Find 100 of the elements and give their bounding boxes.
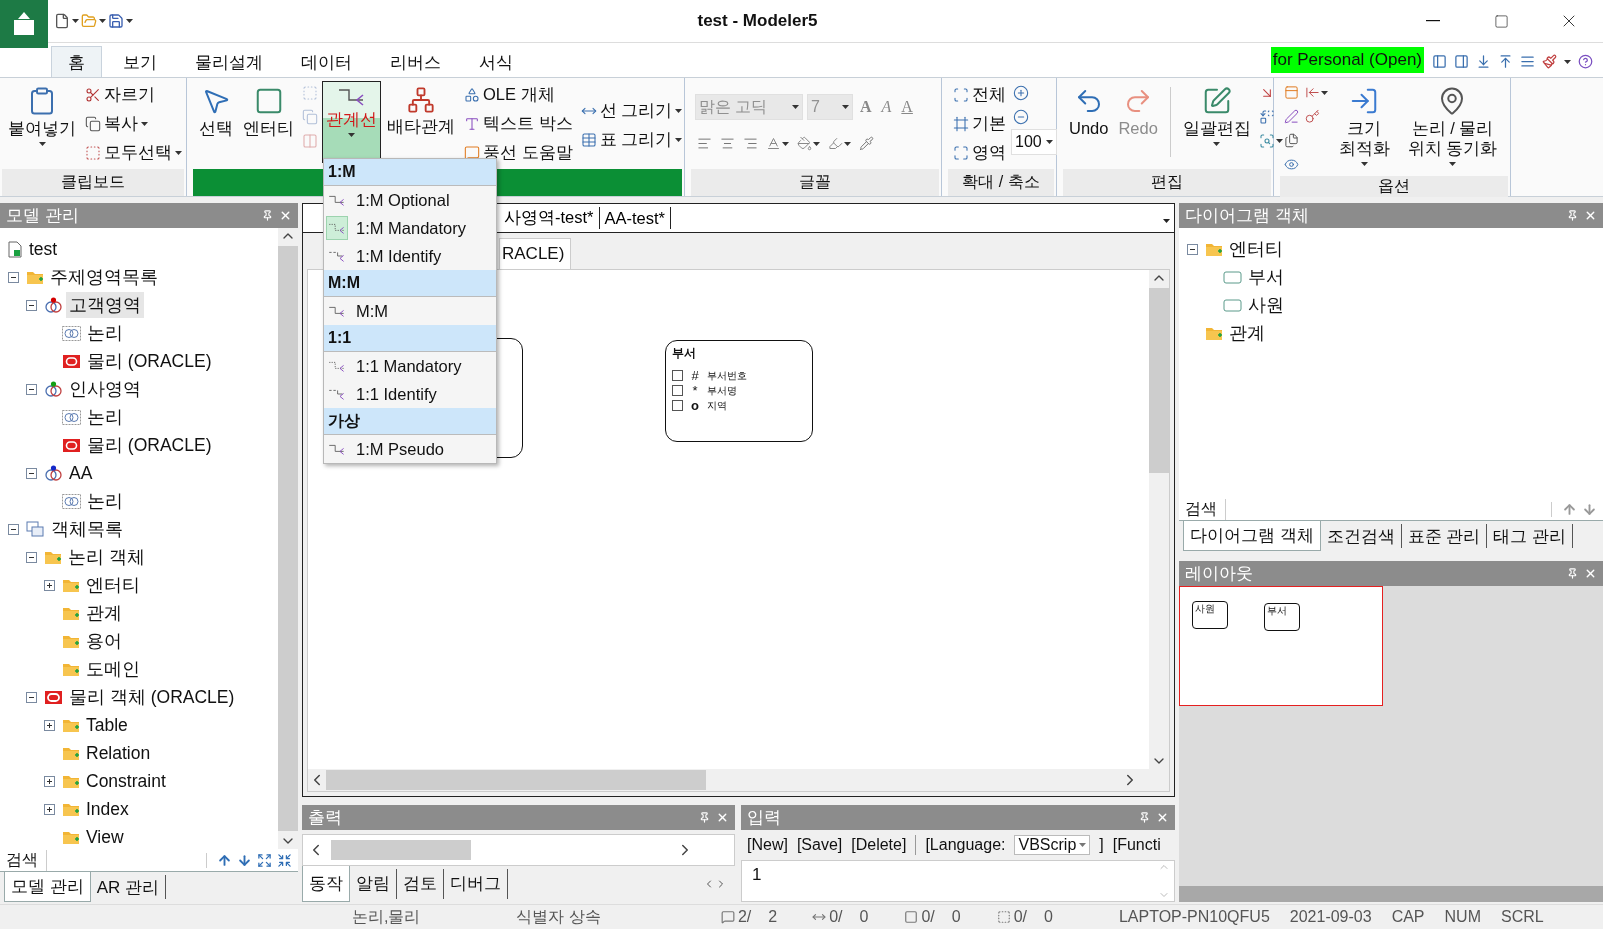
scrollbar[interactable] [278, 228, 298, 849]
collapse-toggle[interactable] [26, 551, 37, 563]
menu-item[interactable]: 1:1 Identify [324, 380, 496, 408]
tree-item[interactable]: 도메인 [83, 656, 143, 682]
ribbon-button[interactable]: 기본 [950, 110, 1009, 138]
save-icon[interactable] [108, 13, 124, 29]
menu-tab[interactable]: 보기 [106, 46, 174, 77]
panel-tab[interactable]: 알림 [350, 868, 397, 899]
scrollbar[interactable] [302, 833, 735, 866]
tree-item[interactable]: 용어 [83, 628, 125, 654]
tree-item[interactable]: Table [83, 713, 131, 737]
scrollbar[interactable] [1149, 270, 1169, 769]
document-tab[interactable]: 사영역-test* [499, 207, 600, 229]
attribute-checkbox[interactable] [672, 385, 683, 396]
menu-item[interactable]: 1:M Pseudo [324, 435, 496, 463]
ribbon-button[interactable]: 붙여넣기 [4, 81, 80, 163]
panel-tab[interactable]: 디버그 [444, 868, 508, 899]
pin-icon[interactable] [1139, 811, 1150, 823]
tree-item[interactable]: 논리 [84, 488, 126, 514]
menu-item[interactable]: 1:1 Mandatory [324, 352, 496, 380]
collapse-toggle[interactable] [1187, 243, 1198, 255]
expand-toggle[interactable] [44, 775, 55, 787]
panel-tab[interactable]: 태그 관리 [1487, 524, 1574, 548]
collapse-toggle[interactable] [26, 467, 37, 479]
down-arrow-icon[interactable] [1582, 501, 1597, 517]
layout-tool-icon[interactable] [1476, 54, 1491, 69]
size-field[interactable]: 100 [1011, 129, 1057, 155]
close-icon[interactable] [279, 209, 292, 222]
panel-tab[interactable]: 동작 [302, 865, 350, 902]
attribute-checkbox[interactable] [672, 400, 683, 411]
tree-item[interactable]: 엔터티 [83, 572, 143, 598]
layout-tool-icon[interactable] [1432, 54, 1447, 69]
ribbon-button[interactable]: 자르기 [82, 81, 185, 109]
ribbon-button[interactable]: 전체 [950, 81, 1009, 109]
collapse-toggle[interactable] [8, 271, 19, 283]
tree-item[interactable]: 관계 [1226, 320, 1268, 346]
down-arrow-icon[interactable] [237, 852, 252, 868]
tree-item[interactable]: 엔터티 [1226, 236, 1286, 262]
tree-item[interactable]: 물리 (ORACLE) [84, 348, 215, 374]
tree-item[interactable]: 사원 [1245, 292, 1287, 318]
tree-item[interactable]: 고객영역 [66, 292, 144, 318]
menu-tab[interactable]: 서식 [462, 46, 530, 77]
menu-item[interactable]: 1:M Mandatory [324, 214, 496, 242]
expand-toggle[interactable] [44, 719, 55, 731]
pin-icon[interactable] [1567, 210, 1578, 221]
layout-tool-icon[interactable] [1454, 54, 1469, 69]
collapse-all-icon[interactable] [277, 852, 292, 868]
tree-item[interactable]: 물리 (ORACLE) [84, 432, 215, 458]
menu-tab[interactable]: 홈 [51, 46, 102, 77]
ribbon-button[interactable]: OLE 개체 [461, 81, 576, 109]
ribbon-button[interactable]: 선 그리기 [577, 96, 686, 125]
layout-tool-icon[interactable] [1520, 54, 1535, 69]
panel-tab[interactable]: 조건검색 [1320, 524, 1402, 548]
layout-tool-icon[interactable] [1498, 54, 1513, 69]
ribbon-button[interactable]: 복사 [82, 110, 185, 138]
ribbon-button[interactable]: 모두선택 [82, 139, 185, 167]
view-tab[interactable]: RACLE) [499, 238, 572, 269]
tree-item[interactable]: 부서 [1245, 264, 1287, 290]
ribbon-button[interactable]: Undo [1065, 81, 1113, 163]
tree-item[interactable]: AA [66, 461, 96, 485]
font-style-button[interactable]: A [898, 98, 916, 116]
collapse-toggle[interactable] [26, 691, 37, 703]
collapse-toggle[interactable] [26, 299, 37, 311]
ribbon-button[interactable]: 크기 최적화 [1332, 81, 1397, 163]
menu-tab[interactable]: 물리설계 [178, 46, 280, 77]
tree-item[interactable]: 논리 객체 [65, 544, 148, 570]
document-tab[interactable]: AA-test* [599, 207, 672, 229]
tree-item[interactable]: test [26, 237, 61, 261]
close-icon[interactable] [1584, 567, 1597, 580]
menu-tab[interactable]: 데이터 [284, 46, 369, 77]
collapse-toggle[interactable] [8, 523, 19, 535]
scrollbar[interactable] [1179, 886, 1603, 902]
format-icon[interactable] [1542, 54, 1557, 69]
tree-item[interactable]: 논리 [84, 404, 126, 430]
menu-item[interactable]: 1:M Identify [324, 242, 496, 270]
tree-item[interactable]: 관계 [83, 600, 125, 626]
toolbar-link[interactable]: [Delete] [851, 835, 907, 854]
ribbon-button[interactable]: 논리 / 물리 위치 동기화 [1399, 81, 1506, 163]
tree-item[interactable]: View [83, 825, 127, 849]
pin-icon[interactable] [699, 811, 710, 823]
tree-item[interactable]: Index [83, 797, 132, 821]
expand-all-icon[interactable] [257, 852, 272, 868]
tree-item[interactable]: Relation [83, 741, 154, 765]
tree-item[interactable]: 물리 객체 (ORACLE) [66, 684, 238, 710]
collapse-toggle[interactable] [26, 383, 37, 395]
tree-item[interactable]: 인사영역 [66, 376, 144, 402]
toolbar-link[interactable]: [New] [747, 835, 788, 854]
new-file-icon[interactable] [54, 13, 70, 29]
tree-item[interactable]: 논리 [84, 320, 126, 346]
ribbon-button[interactable]: 선택 [195, 81, 237, 163]
menu-item[interactable]: 1:M Optional [324, 186, 496, 214]
language-select[interactable]: VBScrip [1014, 834, 1091, 855]
scrollbar[interactable] [308, 768, 1169, 791]
tree-item[interactable]: Constraint [83, 769, 169, 793]
menu-tab[interactable]: 리버스 [373, 46, 458, 77]
menu-item[interactable]: M:M [324, 297, 496, 325]
ribbon-button[interactable]: 표 그리기 [577, 125, 686, 154]
panel-tab[interactable]: 모델 관리 [4, 872, 91, 902]
ribbon-button[interactable]: 일괄편집 [1178, 81, 1255, 163]
panel-tab[interactable]: 검토 [397, 868, 444, 899]
